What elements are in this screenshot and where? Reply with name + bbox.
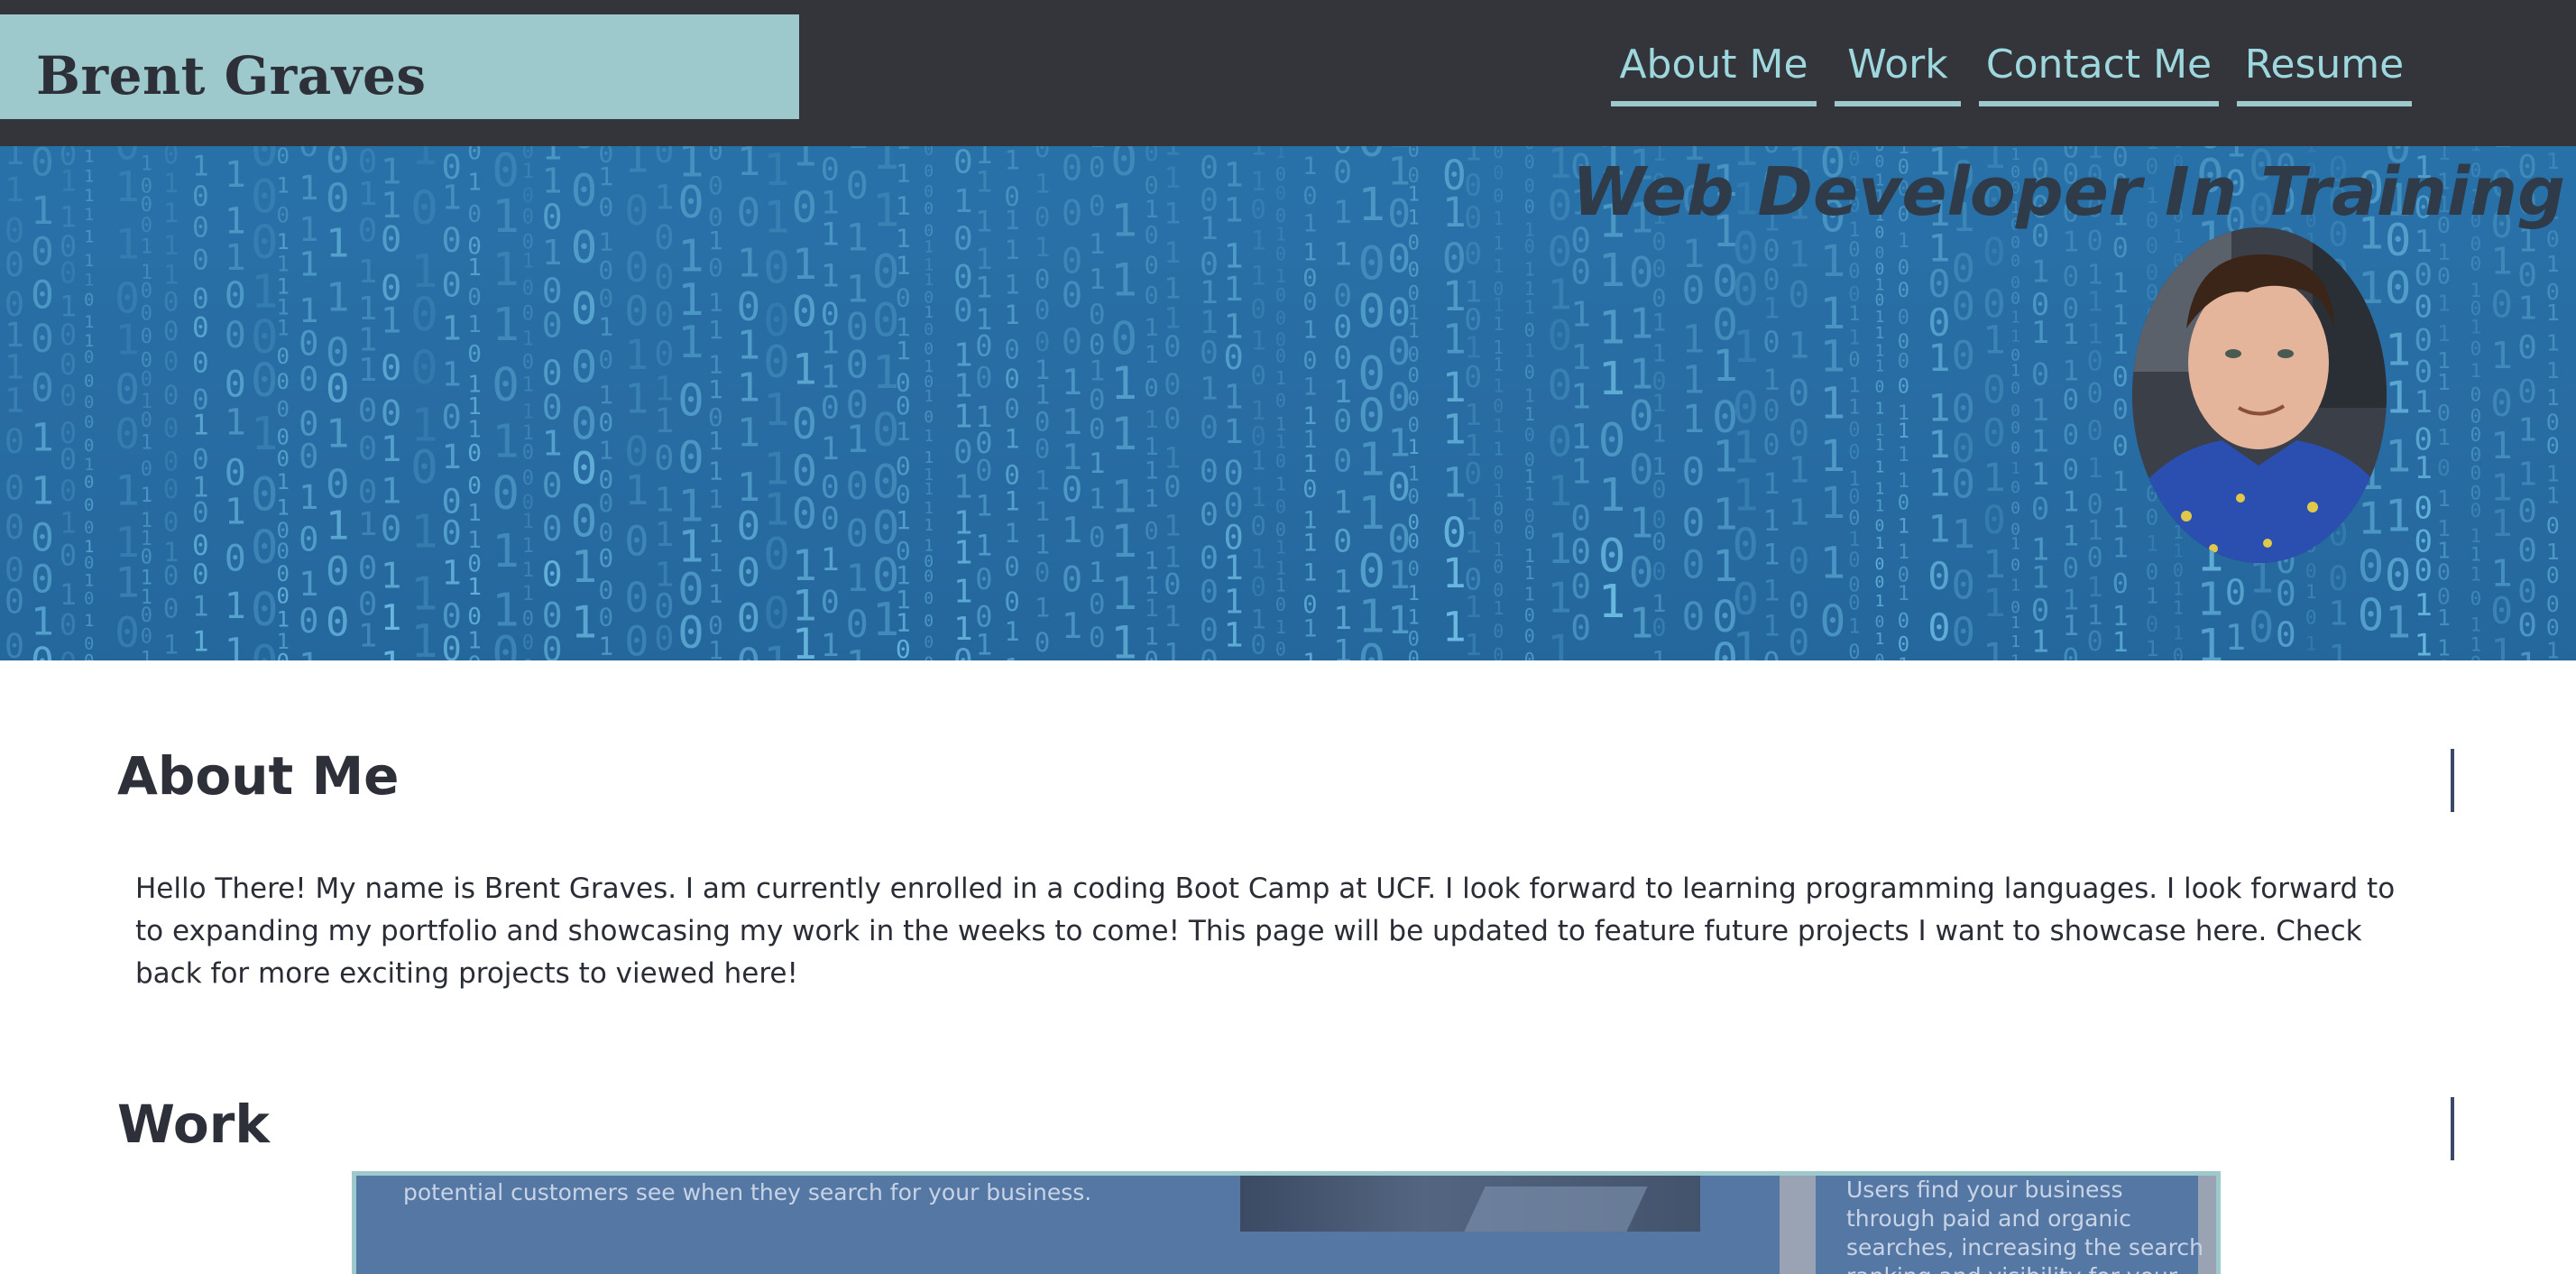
brand-box: Brent Graves [0, 14, 799, 119]
top-header: Brent Graves About Me Work Contact Me Re… [0, 0, 2576, 146]
nav-link-work[interactable]: Work [1835, 34, 1961, 106]
about-paragraph: Hello There! My name is Brent Graves. I … [135, 872, 2396, 990]
work-card-sidebar-text: Users find your business through paid an… [1846, 1177, 2203, 1274]
work-card-sidebar-panel: Users find your business through paid an… [1816, 1176, 2203, 1274]
work-project-card[interactable]: potential customers see when they search… [352, 1171, 2221, 1274]
work-divider [2451, 1097, 2454, 1160]
about-heading: About Me [117, 745, 400, 807]
about-divider [2451, 749, 2454, 812]
work-card-sidebar: Users find your business through paid an… [1780, 1176, 2216, 1274]
profile-photo [2132, 227, 2387, 563]
work-card-image [1240, 1176, 1700, 1232]
hero-title: Web Developer In Training [1571, 153, 2565, 231]
hero-banner: 1110001110000000010000110010100110010000… [0, 146, 2576, 660]
nav-link-about-me[interactable]: About Me [1611, 34, 1817, 106]
nav-link-contact-me[interactable]: Contact Me [1979, 34, 2219, 106]
work-card-image-detail [1464, 1186, 1648, 1232]
work-card-description: potential customers see when they search… [403, 1179, 1092, 1205]
nav-link-resume[interactable]: Resume [2237, 34, 2412, 106]
profile-photo-illustration [2132, 227, 2387, 563]
work-heading: Work [117, 1094, 270, 1155]
site-brand[interactable]: Brent Graves [36, 45, 427, 106]
